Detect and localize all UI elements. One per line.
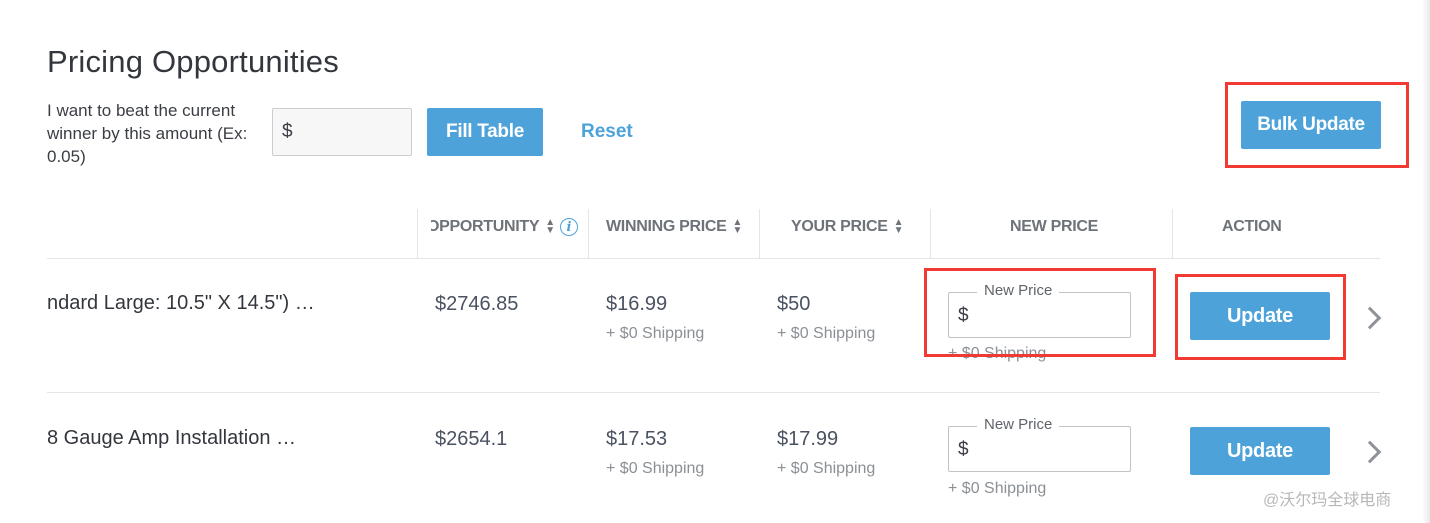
winning-shipping: + $0 Shipping	[606, 460, 705, 477]
new-price-input[interactable]: New Price $	[948, 416, 1131, 472]
sort-icon[interactable]: ▲ ▼	[894, 218, 904, 236]
sort-icon[interactable]: ▲ ▼	[733, 218, 743, 236]
new-price-label: New Price	[977, 282, 1060, 299]
currency-prefix: $	[282, 121, 293, 142]
chevron-right-icon[interactable]	[1358, 440, 1382, 464]
column-divider	[588, 209, 589, 259]
column-header-action: ACTION	[1222, 216, 1282, 238]
fill-table-button[interactable]: Fill Table	[427, 108, 543, 156]
column-header-label: NEW PRICE	[1010, 218, 1098, 235]
info-icon[interactable]: i	[559, 218, 578, 236]
new-price-shipping: + $0 Shipping	[948, 345, 1047, 362]
update-button[interactable]: Update	[1190, 292, 1330, 340]
column-header-label: YOUR PRICE	[791, 218, 888, 235]
page: Pricing Opportunities I want to beat the…	[0, 0, 1430, 523]
column-divider	[417, 209, 418, 259]
opportunity-value: $2746.85	[435, 293, 519, 315]
column-divider	[930, 209, 931, 259]
watermark: @沃尔玛全球电商	[1263, 492, 1392, 509]
sort-icon[interactable]: ▲ ▼	[545, 218, 555, 236]
scrollbar-edge	[1422, 0, 1430, 523]
update-button[interactable]: Update	[1190, 427, 1330, 475]
new-price-input[interactable]: New Price $	[948, 282, 1131, 338]
new-price-shipping: + $0 Shipping	[948, 480, 1047, 497]
page-title: Pricing Opportunities	[47, 44, 339, 79]
column-header-label: ACTION	[1222, 218, 1282, 235]
currency-prefix: $	[958, 305, 969, 326]
row-divider	[47, 258, 1380, 259]
opportunity-value: $2654.1	[435, 428, 508, 450]
your-shipping: + $0 Shipping	[777, 325, 876, 342]
chevron-right-icon[interactable]	[1358, 306, 1382, 330]
row-divider	[47, 392, 1380, 393]
your-price: $17.99	[777, 428, 839, 450]
product-name[interactable]: ndard Large: 10.5" X 14.5") …	[47, 292, 315, 315]
beat-amount-input[interactable]: $	[272, 108, 412, 156]
column-header-label: OPPORTUNITY	[431, 218, 540, 235]
currency-prefix: $	[958, 439, 969, 460]
column-header-new-price: NEW PRICE	[1010, 216, 1098, 238]
winning-price: $16.99	[606, 293, 668, 315]
beat-amount-label: I want to beat the current winner by thi…	[47, 101, 248, 166]
column-header-opportunity[interactable]: OPPORTUNITY ▲ ▼ i	[431, 216, 581, 238]
column-header-label: WINNING PRICE	[606, 218, 727, 235]
winning-price: $17.53	[606, 428, 668, 450]
column-divider	[1172, 209, 1173, 259]
column-divider	[759, 209, 760, 259]
bulk-update-button[interactable]: Bulk Update	[1241, 101, 1381, 149]
winning-shipping: + $0 Shipping	[606, 325, 705, 342]
column-header-winning-price[interactable]: WINNING PRICE ▲ ▼	[606, 216, 742, 238]
your-shipping: + $0 Shipping	[777, 460, 876, 477]
reset-link[interactable]: Reset	[581, 121, 633, 143]
new-price-label: New Price	[977, 416, 1060, 433]
your-price: $50	[777, 293, 811, 315]
column-header-your-price[interactable]: YOUR PRICE ▲ ▼	[791, 216, 903, 238]
product-name[interactable]: 8 Gauge Amp Installation …	[47, 427, 296, 450]
